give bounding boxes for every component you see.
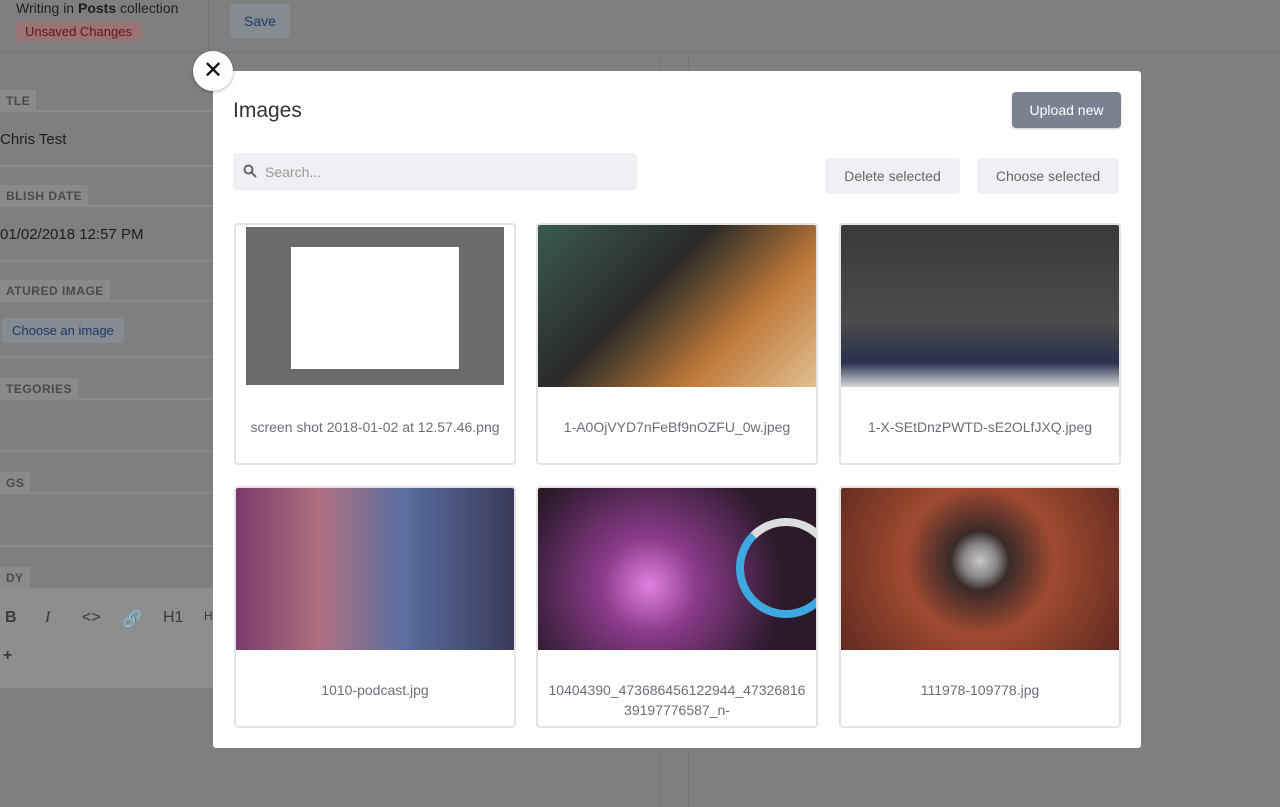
choose-image-button[interactable]: Choose an image	[2, 318, 124, 343]
image-card[interactable]: 111978-109778.jpg	[839, 486, 1121, 728]
save-button[interactable]: Save	[230, 4, 290, 38]
image-thumbnail	[236, 488, 514, 650]
field-label-featured-image: ATURED IMAGE	[0, 280, 110, 302]
image-thumbnail	[841, 225, 1119, 387]
image-card[interactable]: 1-X-SEtDnzPWTD-sE2OLfJXQ.jpeg	[839, 223, 1121, 465]
unsaved-badge: Unsaved Changes	[16, 22, 141, 41]
image-card[interactable]: 10404390_473686456122944_473268163919777…	[536, 486, 818, 728]
add-block-button[interactable]: +	[3, 647, 12, 665]
bold-button[interactable]: B	[5, 609, 17, 627]
image-thumbnail	[538, 225, 816, 387]
field-label-title: TLE	[0, 90, 37, 112]
collection-name: Posts	[77, 0, 117, 16]
editor-topbar: Writing in Posts collection Unsaved Chan…	[0, 0, 1280, 53]
modal-title: Images	[233, 99, 302, 122]
image-filename: 111978-109778.jpg	[920, 682, 1040, 698]
image-card[interactable]: 1010-podcast.jpg	[234, 486, 516, 728]
image-thumbnail	[841, 488, 1119, 650]
writing-suffix: collection	[116, 0, 179, 16]
image-card[interactable]: screen shot 2018-01-02 at 12.57.46.png	[234, 223, 516, 465]
code-button[interactable]: <>	[82, 609, 101, 627]
link-button[interactable]: 🔗	[122, 609, 142, 629]
collection-info: Writing in Posts collection	[16, 0, 178, 16]
image-thumbnail	[246, 227, 504, 385]
writing-prefix: Writing in	[16, 0, 78, 16]
upload-new-button[interactable]: Upload new	[1012, 92, 1121, 128]
image-filename: 1-A0OjVYD7nFeBf9nOZFU_0w.jpeg	[563, 419, 791, 435]
publish-date-input[interactable]: 01/02/2018 12:57 PM	[0, 226, 143, 243]
field-label-body: DY	[0, 567, 30, 589]
search-input[interactable]	[265, 153, 625, 190]
italic-button[interactable]: I	[45, 609, 50, 627]
field-label-categories: TEGORIES	[0, 378, 79, 400]
image-filename: screen shot 2018-01-02 at 12.57.46.png	[250, 419, 500, 435]
close-modal-button[interactable]: ✕	[193, 51, 233, 91]
heading2-button[interactable]: H	[204, 609, 213, 623]
search-icon	[243, 164, 257, 178]
image-filename: 1010-podcast.jpg	[321, 682, 429, 698]
choose-selected-button[interactable]: Choose selected	[977, 158, 1119, 194]
image-thumbnail	[538, 488, 816, 650]
image-filename: 1-X-SEtDnzPWTD-sE2OLfJXQ.jpeg	[867, 419, 1093, 435]
heading1-button[interactable]: H1	[163, 609, 183, 627]
delete-selected-button[interactable]: Delete selected	[825, 158, 960, 194]
close-icon: ✕	[202, 57, 224, 84]
divider	[208, 0, 209, 53]
field-label-publish-date: BLISH DATE	[0, 185, 89, 207]
image-card[interactable]: 1-A0OjVYD7nFeBf9nOZFU_0w.jpeg	[536, 223, 818, 465]
image-filename: 10404390_473686456122944_473268163919777…	[548, 682, 806, 718]
search-box	[233, 153, 637, 190]
title-input[interactable]: Chris Test	[0, 131, 66, 148]
field-label-tags: GS	[0, 472, 31, 494]
images-modal: Images Upload new Delete selected Choose…	[213, 71, 1141, 748]
